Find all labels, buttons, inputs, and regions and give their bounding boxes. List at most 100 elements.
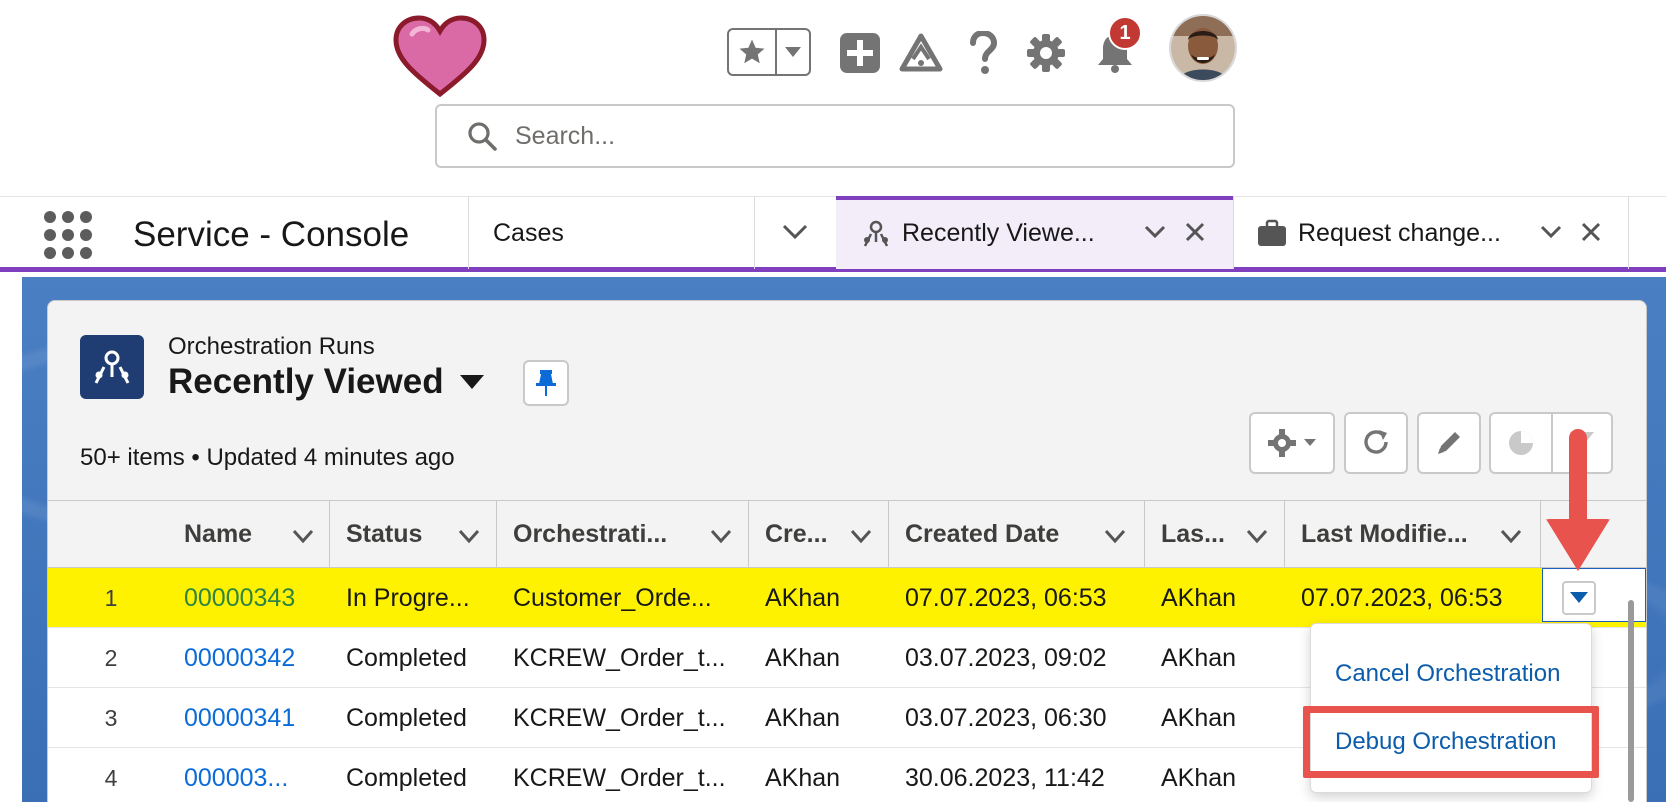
last-modified-by-cell: AKhan (1161, 583, 1237, 612)
created-by-cell: AKhan (765, 763, 841, 792)
pencil-icon (1438, 432, 1460, 454)
favorites-button-group (727, 28, 811, 76)
column-header-last-modified-by[interactable]: Las... (1145, 501, 1225, 568)
created-date-cell: 03.07.2023, 09:02 (905, 643, 1107, 672)
created-date-cell: 03.07.2023, 06:30 (905, 703, 1107, 732)
last-modified-by-cell: AKhan (1161, 703, 1237, 732)
orchestration-cell: KCREW_Order_t... (513, 763, 726, 792)
last-modified-by-cell: AKhan (1161, 643, 1237, 672)
chevron-down-icon (1540, 225, 1562, 239)
trailhead-icon (899, 33, 943, 72)
caret-down-icon (1304, 439, 1316, 446)
status-cell: Completed (346, 763, 467, 792)
question-icon (970, 31, 998, 74)
pie-chart-icon (1509, 431, 1533, 455)
setup-button[interactable] (1021, 28, 1071, 78)
orchestration-object-icon (80, 335, 144, 399)
tab-close-button[interactable] (1576, 217, 1606, 247)
table-header-row: Name Status Orchestrati... Cre... Create… (48, 500, 1646, 568)
star-icon (739, 39, 765, 64)
tab-recently-viewed-label-wrap[interactable]: Recently Viewe... (860, 197, 1095, 269)
menu-item-cancel-orchestration[interactable]: Cancel Orchestration (1335, 660, 1560, 688)
last-modified-by-cell: AKhan (1161, 763, 1237, 792)
record-name-link[interactable]: 00000341 (184, 688, 295, 748)
tab-label: Recently Viewe... (902, 218, 1095, 247)
annotation-arrow-icon (1546, 429, 1610, 571)
favorites-star-button[interactable] (729, 30, 777, 74)
left-gutter (0, 277, 22, 802)
object-nav-cases[interactable]: Cases (493, 197, 564, 269)
column-header-name[interactable]: Name (168, 501, 252, 568)
column-header-status[interactable]: Status (330, 501, 422, 568)
pin-list-view-button[interactable] (523, 360, 569, 406)
chevron-down-icon[interactable] (1102, 523, 1128, 549)
row-number: 1 (104, 584, 118, 611)
created-date-cell: 30.06.2023, 11:42 (905, 763, 1105, 792)
global-header: 1 (0, 0, 1666, 196)
column-header-last-modified-date[interactable]: Last Modifie... (1285, 501, 1468, 568)
caret-down-icon (1570, 592, 1588, 603)
favorites-dropdown-button[interactable] (777, 30, 809, 74)
help-button[interactable] (958, 28, 1008, 78)
tab-label: Request change... (1298, 218, 1501, 247)
table-row[interactable]: 1 00000343 In Progre... Customer_Orde...… (48, 568, 1646, 628)
orchestration-cell: KCREW_Order_t... (513, 643, 726, 672)
table-scrollbar[interactable] (1628, 600, 1634, 802)
row-number: 4 (104, 764, 118, 791)
column-header-created-date[interactable]: Created Date (889, 501, 1059, 568)
created-by-cell: AKhan (765, 583, 841, 612)
chevron-down-icon (1144, 225, 1166, 239)
gear-icon (1268, 429, 1296, 457)
heart-logo-icon[interactable] (392, 14, 488, 100)
status-cell: In Progre... (346, 583, 470, 612)
refresh-icon (1364, 430, 1388, 454)
nav-menu-dropdown[interactable] (780, 217, 810, 247)
inline-edit-button[interactable] (1417, 412, 1481, 474)
created-by-cell: AKhan (765, 703, 841, 732)
record-name-link[interactable]: 000003... (184, 748, 288, 802)
notification-count-badge: 1 (1108, 16, 1142, 50)
list-settings-button[interactable] (1249, 412, 1335, 474)
close-icon (1185, 222, 1205, 242)
list-item-count-status: 50+ items • Updated 4 minutes ago (80, 444, 455, 471)
record-name-link[interactable]: 00000343 (184, 568, 295, 628)
created-date-cell: 07.07.2023, 06:53 (905, 583, 1107, 612)
row-actions-button[interactable] (1562, 581, 1596, 615)
app-launcher-icon[interactable] (44, 211, 92, 259)
nav-divider (468, 197, 469, 269)
column-header-orchestration[interactable]: Orchestrati... (497, 501, 667, 568)
setup-gear-icon (1027, 34, 1065, 72)
avatar[interactable] (1169, 14, 1237, 82)
chevron-down-icon[interactable] (848, 523, 874, 549)
list-view-title: Recently Viewed (168, 362, 444, 401)
tab-request-change[interactable]: Request change... (1256, 197, 1501, 269)
chevron-down-icon[interactable] (1244, 523, 1270, 549)
tab-options-dropdown[interactable] (1140, 217, 1170, 247)
column-header-created-by[interactable]: Cre... (749, 501, 828, 568)
tab-options-dropdown[interactable] (1536, 217, 1566, 247)
record-name-link[interactable]: 00000342 (184, 628, 295, 688)
chevron-down-icon[interactable] (708, 523, 734, 549)
close-icon (1581, 222, 1601, 242)
orchestration-cell: Customer_Orde... (513, 583, 712, 612)
chevron-down-icon[interactable] (456, 523, 482, 549)
global-search-box[interactable] (435, 104, 1235, 168)
refresh-button[interactable] (1344, 412, 1408, 474)
list-view-selector[interactable]: Recently Viewed (168, 362, 484, 402)
object-label: Orchestration Runs (168, 333, 375, 360)
chevron-down-icon[interactable] (290, 523, 316, 549)
tab-close-button[interactable] (1180, 217, 1210, 247)
status-cell: Completed (346, 703, 467, 732)
search-input[interactable] (515, 121, 1195, 151)
trailhead-button[interactable] (896, 28, 946, 78)
status-cell: Completed (346, 643, 467, 672)
global-actions-button[interactable] (835, 28, 885, 78)
row-number: 2 (104, 644, 118, 671)
chevron-down-icon[interactable] (1498, 523, 1524, 549)
plus-icon (840, 33, 880, 73)
nav-divider (1628, 197, 1629, 269)
chevron-down-icon (785, 47, 801, 57)
app-name: Service - Console (133, 215, 410, 254)
chevron-down-icon (782, 224, 808, 240)
last-modified-date-cell: 07.07.2023, 06:53 (1301, 583, 1503, 612)
